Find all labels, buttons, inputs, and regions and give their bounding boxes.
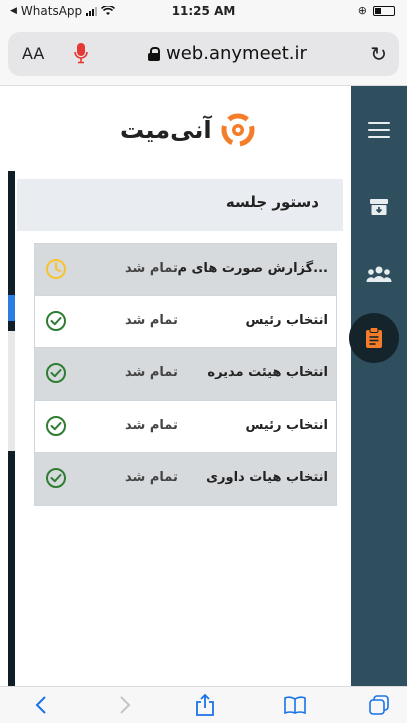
- panel-title: دستور جلسه: [225, 193, 319, 211]
- browser-bottom-toolbar: [0, 686, 407, 723]
- sidebar-item-archive[interactable]: [351, 185, 407, 229]
- back-button[interactable]: [26, 691, 56, 719]
- agenda-item-title: انتخاب رئیس: [245, 417, 328, 433]
- agenda-list: گزارش صورت های م... تمام شد انتخاب رئیس …: [34, 243, 337, 506]
- page-edge-strip: [8, 171, 15, 686]
- check-circle-icon: [46, 467, 66, 488]
- sidebar: [349, 86, 407, 686]
- agenda-item-status: تمام شد: [125, 261, 178, 276]
- agenda-item-status: تمام شد: [125, 417, 178, 433]
- browser-toolbar: AA web.anymeet.ir ↻: [0, 22, 407, 86]
- logo-mark-icon: [221, 113, 255, 147]
- share-icon: [196, 693, 214, 716]
- check-circle-icon: [46, 415, 66, 436]
- text-size-button[interactable]: AA: [22, 44, 44, 63]
- bookmarks-button[interactable]: [280, 691, 310, 719]
- clipboard-icon: [366, 327, 382, 348]
- edge-highlight: [8, 295, 15, 321]
- chevron-left-icon: [35, 696, 46, 714]
- book-icon: [284, 696, 306, 715]
- tabs-button[interactable]: [364, 691, 394, 719]
- archive-icon: [370, 199, 388, 215]
- panel-header: دستور جلسه: [17, 179, 343, 231]
- agenda-row[interactable]: انتخاب هیات داوری تمام شد: [35, 452, 336, 505]
- reload-icon[interactable]: ↻: [370, 42, 387, 66]
- check-circle-icon: [46, 363, 66, 384]
- logo-text: آنی‌میت: [120, 116, 212, 144]
- agenda-item-status: تمام شد: [125, 313, 178, 329]
- url-text: web.anymeet.ir: [166, 43, 307, 64]
- lock-icon: [148, 46, 160, 61]
- chevron-right-icon: [120, 696, 131, 714]
- url-field[interactable]: web.anymeet.ir: [148, 43, 307, 64]
- forward-button[interactable]: [110, 691, 140, 719]
- menu-button[interactable]: [351, 108, 407, 152]
- sidebar-item-agenda[interactable]: [349, 313, 407, 363]
- sidebar-item-users[interactable]: [351, 252, 407, 296]
- status-bar: ◀ WhatsApp 11:25 AM ⊕: [0, 0, 407, 22]
- agenda-item-status: تمام شد: [125, 469, 178, 485]
- app-logo: آنی‌میت: [120, 110, 258, 150]
- battery-icon: [373, 5, 395, 16]
- users-icon: [366, 266, 392, 282]
- tabs-icon: [369, 695, 389, 715]
- agenda-row[interactable]: گزارش صورت های م... تمام شد: [35, 244, 336, 297]
- orientation-lock-icon: ⊕: [357, 4, 367, 17]
- agenda-item-status: تمام شد: [125, 365, 178, 381]
- active-indicator: [349, 313, 399, 363]
- clock-icon: [46, 259, 66, 279]
- menu-icon: [368, 122, 390, 138]
- agenda-item-title: گزارش صورت های م...: [177, 261, 328, 276]
- share-button[interactable]: [190, 691, 220, 719]
- status-time: 11:25 AM: [171, 4, 236, 18]
- agenda-item-title: انتخاب رئیس: [245, 313, 328, 329]
- agenda-item-title: انتخاب هیئت مدیره: [207, 365, 328, 381]
- edge-light: [8, 331, 15, 451]
- agenda-item-title: انتخاب هیات داوری: [206, 469, 328, 485]
- agenda-row[interactable]: انتخاب هیئت مدیره تمام شد: [35, 348, 336, 401]
- address-bar[interactable]: AA web.anymeet.ir ↻: [8, 32, 399, 76]
- check-circle-icon: [46, 311, 66, 332]
- microphone-icon[interactable]: [74, 42, 88, 64]
- agenda-row[interactable]: انتخاب رئیس تمام شد: [35, 401, 336, 453]
- agenda-row[interactable]: انتخاب رئیس تمام شد: [35, 296, 336, 349]
